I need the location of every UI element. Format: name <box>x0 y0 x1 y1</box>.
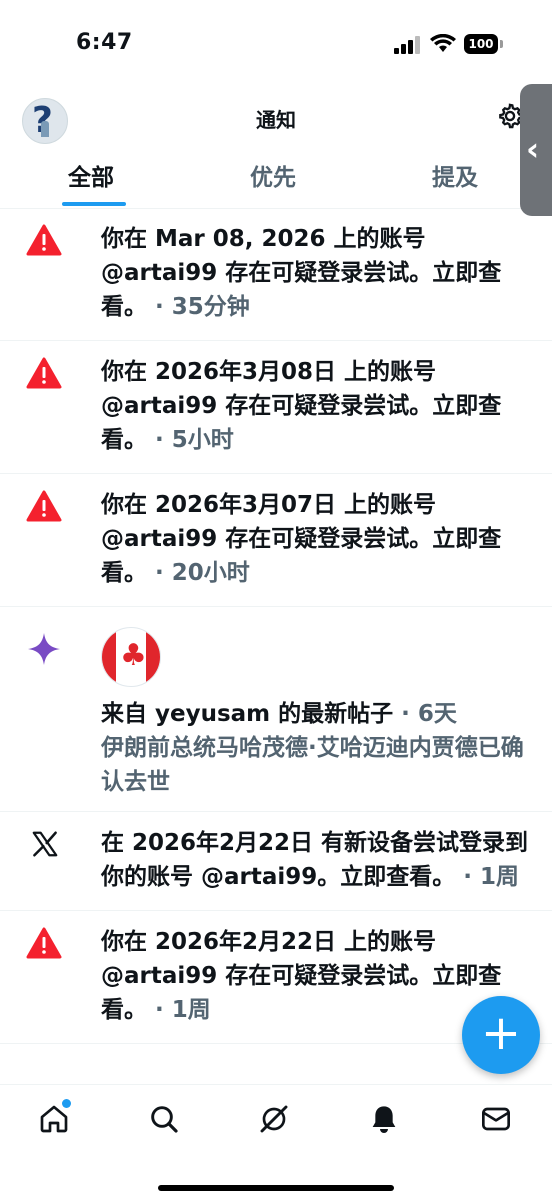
alert-icon <box>26 927 62 959</box>
notification-time: · 6天 <box>393 701 457 727</box>
notification-text: 你在 Mar 08, 2026 上的账号 @artai99 存在可疑登录尝试。立… <box>101 226 502 320</box>
notification-time: · 35分钟 <box>147 294 250 320</box>
notification-time: · 1周 <box>147 997 211 1023</box>
notification-item[interactable]: 在 2026年2月22日 有新设备尝试登录到你的账号 @artai99。立即查看… <box>0 812 552 911</box>
status-time: 6:47 <box>76 30 133 55</box>
chevron-left-icon: ‹ <box>526 130 540 168</box>
search-icon[interactable] <box>148 1103 180 1135</box>
notifications-header: ? 通知 全部 优先 提及 <box>0 90 552 209</box>
active-tab-indicator <box>62 202 126 206</box>
sparkle-icon <box>28 633 60 665</box>
maple-leaf-icon: ♣ <box>120 638 147 673</box>
notification-time: · 1周 <box>455 864 520 890</box>
notification-item[interactable]: ♣ 来自 yeyusam 的最新帖子 · 6天 伊朗前总统马哈茂德·艾哈迈迪内贾… <box>0 607 552 812</box>
x-logo-icon <box>32 831 58 857</box>
wifi-icon <box>430 34 456 52</box>
notification-item[interactable]: 你在 2026年3月07日 上的账号 @artai99 存在可疑登录尝试。立即查… <box>0 474 552 607</box>
cellular-signal-icon <box>394 36 420 54</box>
tab-priority[interactable]: 优先 <box>250 158 296 192</box>
side-panel-handle[interactable]: ‹ <box>520 84 552 216</box>
notification-tabs: 全部 优先 提及 <box>0 150 552 208</box>
notification-time: · 20小时 <box>147 560 250 586</box>
unread-dot <box>62 1099 71 1108</box>
home-indicator <box>158 1185 394 1191</box>
alert-icon <box>26 490 62 522</box>
alert-icon <box>26 224 62 256</box>
compose-button[interactable]: + <box>462 996 540 1074</box>
notification-text: 你在 2026年3月08日 上的账号 @artai99 存在可疑登录尝试。立即查… <box>101 359 502 453</box>
messages-icon[interactable] <box>480 1103 512 1135</box>
notification-text: 你在 2026年3月07日 上的账号 @artai99 存在可疑登录尝试。立即查… <box>101 492 502 586</box>
notifications-icon[interactable] <box>368 1103 400 1135</box>
canada-flag-avatar[interactable]: ♣ <box>101 627 161 687</box>
notification-item[interactable]: 你在 2026年3月08日 上的账号 @artai99 存在可疑登录尝试。立即查… <box>0 341 552 474</box>
alert-icon <box>26 357 62 389</box>
page-title: 通知 <box>256 108 296 132</box>
grok-icon[interactable] <box>258 1103 290 1135</box>
tab-all[interactable]: 全部 <box>68 158 114 192</box>
battery-level: 100 <box>464 34 498 54</box>
notification-item[interactable]: 你在 Mar 08, 2026 上的账号 @artai99 存在可疑登录尝试。立… <box>0 208 552 341</box>
post-preview: 伊朗前总统马哈茂德·艾哈迈迪内贾德已确认去世 <box>101 735 524 795</box>
status-bar: 6:47 100 <box>0 0 552 90</box>
battery-icon: 100 <box>464 34 504 54</box>
tab-mentions[interactable]: 提及 <box>432 158 478 192</box>
bottom-nav <box>0 1084 552 1201</box>
notification-text: 来自 yeyusam 的最新帖子 · 6天 <box>101 701 457 727</box>
notification-time: · 5小时 <box>147 427 234 453</box>
notification-text: 在 2026年2月22日 有新设备尝试登录到你的账号 @artai99。立即查看… <box>101 830 529 890</box>
notifications-feed: 你在 Mar 08, 2026 上的账号 @artai99 存在可疑登录尝试。立… <box>0 208 552 1044</box>
